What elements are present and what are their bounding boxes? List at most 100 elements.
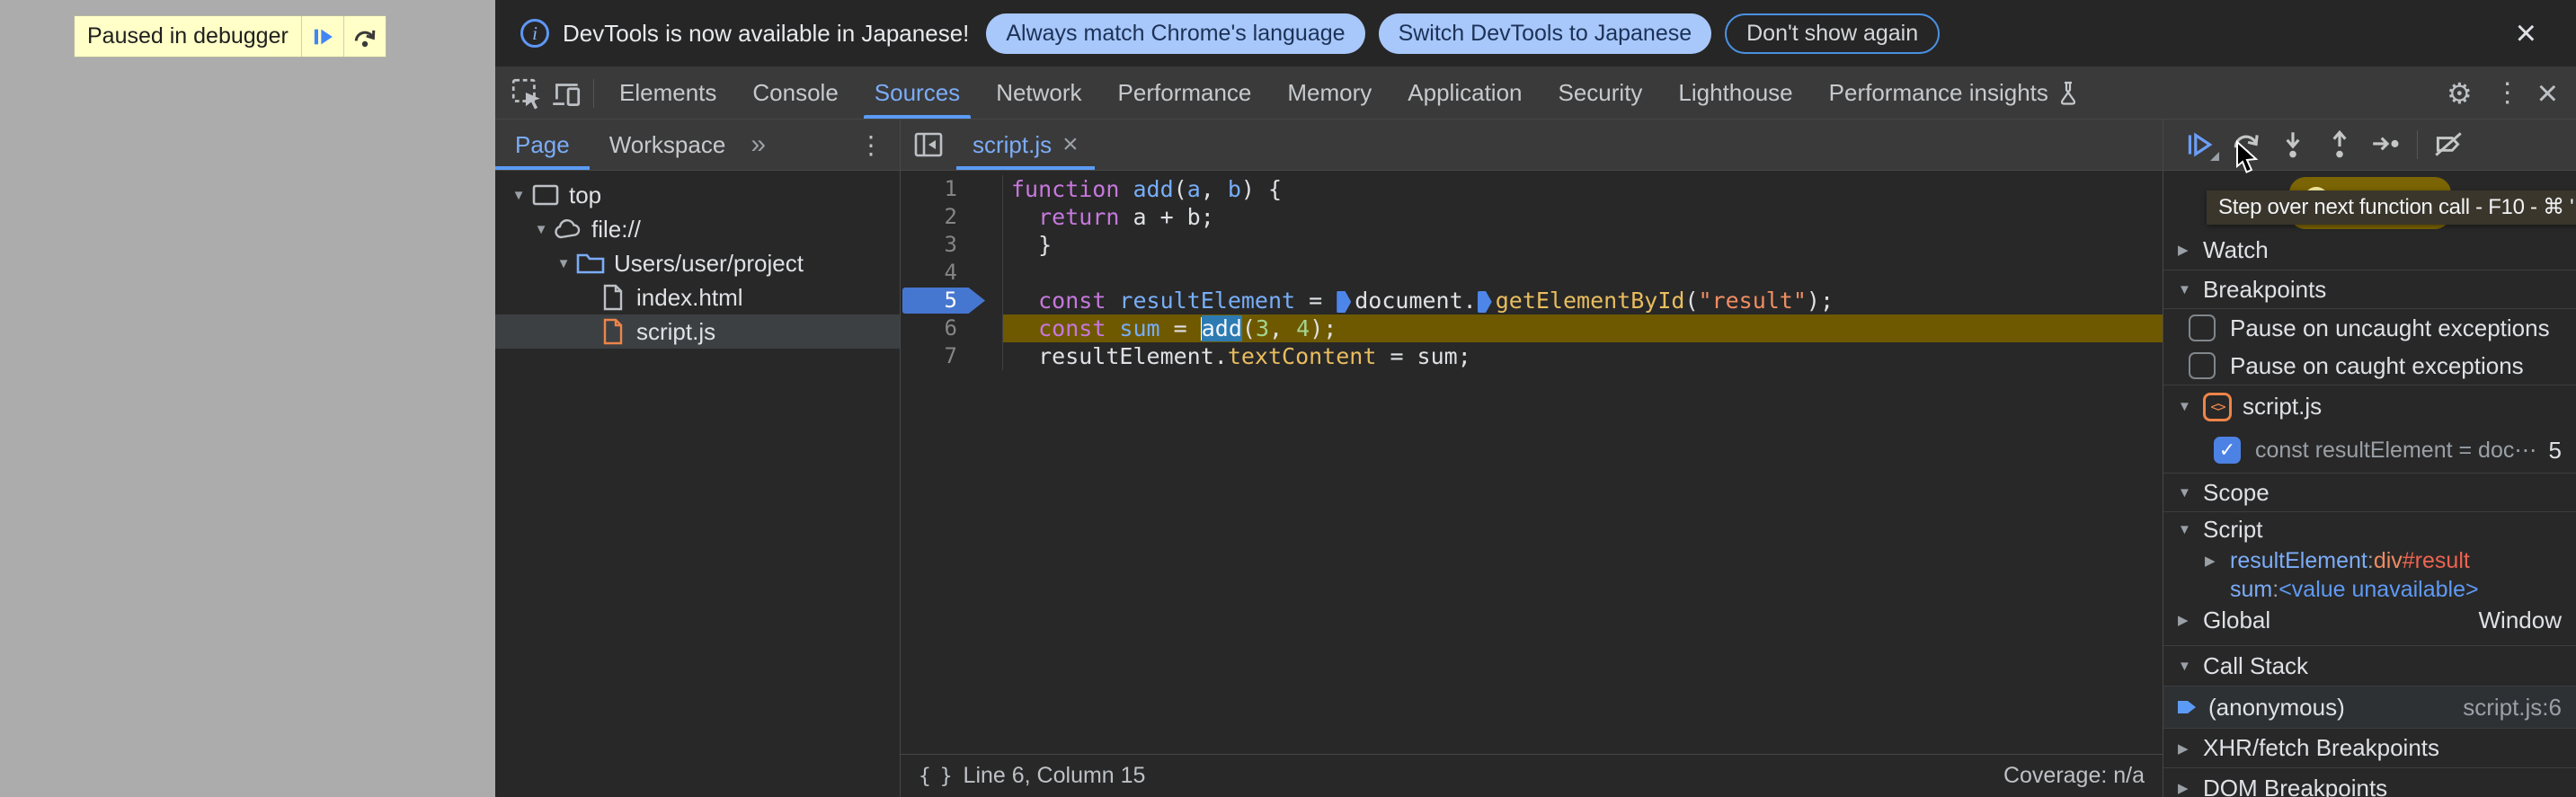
tab-label: Lighthouse xyxy=(1678,79,1793,106)
code-editor[interactable]: 1 function add(a, b) { 2 return a + b; 3 } 4… xyxy=(901,171,2163,754)
gutter[interactable]: 1 xyxy=(901,175,1003,203)
step-button[interactable] xyxy=(2363,125,2410,164)
file-html-icon xyxy=(599,283,627,312)
inspect-element-button[interactable] xyxy=(507,74,546,113)
tree-item-top[interactable]: ▼ top xyxy=(495,178,900,212)
gutter[interactable]: 7 xyxy=(901,342,1003,370)
line-number[interactable]: 2 xyxy=(945,203,957,231)
settings-gear-icon[interactable]: ⚙ xyxy=(2436,76,2483,111)
tab-performance-insights[interactable]: Performance insights xyxy=(1811,67,2098,119)
tab-lighthouse[interactable]: Lighthouse xyxy=(1660,67,1810,119)
tab-console[interactable]: Console xyxy=(734,67,856,119)
breakpoint-enabled-checkbox[interactable]: ✓ xyxy=(2214,437,2241,464)
tab-security[interactable]: Security xyxy=(1541,67,1661,119)
chevron-down-icon[interactable]: ▼ xyxy=(530,222,552,237)
tab-elements[interactable]: Elements xyxy=(601,67,734,119)
more-tabs-icon[interactable]: » xyxy=(745,129,771,160)
tab-page[interactable]: Page xyxy=(495,120,590,170)
code-line-content[interactable]: const resultElement = document. getElemen… xyxy=(1003,287,2163,314)
devtools-toolbar: Elements Console Sources Network Performance… xyxy=(495,67,2576,120)
code-token: = xyxy=(1295,288,1337,314)
gutter[interactable]: 6 xyxy=(901,314,1003,342)
panel-tab-strip: Elements Console Sources Network Performance… xyxy=(601,67,2098,119)
gutter[interactable]: 3 xyxy=(901,231,1003,259)
code-line-content[interactable]: } xyxy=(1003,231,2163,259)
navigator-kebab-menu-icon[interactable]: ⋮ xyxy=(858,130,884,160)
tree-item-script-js[interactable]: script.js xyxy=(495,314,900,349)
tab-sources[interactable]: Sources xyxy=(857,67,978,119)
deactivate-breakpoints-button[interactable] xyxy=(2425,125,2472,164)
section-dom-breakpoints[interactable]: ▶ DOM Breakpoints xyxy=(2163,767,2576,797)
pause-uncaught-checkbox[interactable] xyxy=(2189,314,2216,341)
line-number[interactable]: 7 xyxy=(945,342,957,370)
editor-tab-scriptjs[interactable]: script.js × xyxy=(956,120,1095,170)
section-watch[interactable]: ▶ Watch xyxy=(2163,230,2576,270)
tab-label: Elements xyxy=(619,79,717,106)
code-token: 4 xyxy=(1296,315,1310,341)
gutter[interactable]: 2 xyxy=(901,203,1003,231)
chevron-down-icon[interactable]: ▼ xyxy=(508,188,529,203)
pretty-print-icon[interactable]: { } xyxy=(919,765,953,788)
hide-navigator-button[interactable] xyxy=(901,120,956,170)
inline-breakpoint-marker-icon[interactable] xyxy=(1337,291,1352,313)
section-xhr-breakpoints[interactable]: ▶ XHR/fetch Breakpoints xyxy=(2163,728,2576,767)
tab-label: Memory xyxy=(1287,79,1372,106)
tree-item-label: file:// xyxy=(591,215,641,243)
tree-item-users-user-project[interactable]: ▼ Users/user/project xyxy=(495,246,900,280)
line-number[interactable]: 4 xyxy=(945,259,957,287)
scope-script-group[interactable]: ▼ Script xyxy=(2163,512,2576,546)
infobar-close-icon[interactable]: × xyxy=(2516,15,2536,51)
navigator-tabbar: Page Workspace » ⋮ xyxy=(495,120,900,171)
callstack-frame[interactable]: (anonymous) script.js:6 xyxy=(2163,686,2576,728)
kebab-menu-icon[interactable]: ⋮ xyxy=(2483,77,2532,109)
code-token: const xyxy=(1038,315,1120,341)
code-line-content[interactable]: resultElement.textContent = sum; xyxy=(1003,342,2163,370)
step-into-button[interactable] xyxy=(2270,125,2316,164)
step-out-button[interactable] xyxy=(2316,125,2363,164)
line-number[interactable]: 1 xyxy=(945,175,957,203)
editor-tab-close-icon[interactable]: × xyxy=(1062,129,1079,160)
tab-network[interactable]: Network xyxy=(978,67,1099,119)
code-line-content[interactable]: return a + b; xyxy=(1003,203,2163,231)
inline-breakpoint-marker-icon[interactable] xyxy=(1477,291,1492,313)
dont-show-again-button[interactable]: Don't show again xyxy=(1725,13,1941,54)
code-line-content[interactable]: function add(a, b) { xyxy=(1003,175,2163,203)
step-icon xyxy=(2369,128,2403,162)
gutter-breakpoint[interactable]: 5 xyxy=(901,287,1003,314)
code-line-content[interactable] xyxy=(1003,259,2163,287)
tree-item-index-html[interactable]: index.html xyxy=(495,280,900,314)
breakpoint-file-group[interactable]: ▼ <> script.js xyxy=(2163,385,2576,428)
scope-var-resultelement[interactable]: ▶ resultElement: div #result xyxy=(2163,546,2576,575)
tab-application[interactable]: Application xyxy=(1390,67,1540,119)
banner-resume-button[interactable] xyxy=(302,16,343,57)
line-number[interactable]: 6 xyxy=(945,314,957,342)
section-callstack[interactable]: ▼ Call Stack xyxy=(2163,645,2576,686)
tab-label: Sources xyxy=(874,79,961,106)
switch-devtools-japanese-button[interactable]: Switch DevTools to Japanese xyxy=(1378,13,1712,54)
scope-global-group[interactable]: ▶ Global Window xyxy=(2163,604,2576,636)
tree-item-file-[interactable]: ▼ file:// xyxy=(495,212,900,246)
gutter[interactable]: 4 xyxy=(901,259,1003,287)
scope-var-sum[interactable]: sum: <value unavailable> xyxy=(2163,575,2576,604)
toggle-device-toolbar-button[interactable] xyxy=(546,74,586,113)
line-number[interactable]: 3 xyxy=(945,231,957,259)
tab-performance[interactable]: Performance xyxy=(1100,67,1270,119)
line-number[interactable]: 5 xyxy=(945,287,957,314)
devtools-close-icon[interactable]: × xyxy=(2532,75,2563,111)
code-line-content[interactable]: const sum = add(3, 4); xyxy=(1003,314,2163,342)
chevron-down-icon[interactable]: ▼ xyxy=(553,256,574,271)
page-viewport-dimmed: Paused in debugger xyxy=(0,0,495,797)
divider xyxy=(593,78,594,108)
code-token: resultElement xyxy=(1119,288,1296,314)
tab-workspace[interactable]: Workspace xyxy=(590,120,746,170)
tab-memory[interactable]: Memory xyxy=(1269,67,1390,119)
pause-caught-checkbox[interactable] xyxy=(2189,352,2216,379)
scope-script-label: Script xyxy=(2203,515,2263,543)
section-scope[interactable]: ▼ Scope xyxy=(2163,473,2576,512)
banner-step-over-button[interactable] xyxy=(344,16,386,57)
resume-script-button[interactable] xyxy=(2176,125,2223,164)
section-breakpoints[interactable]: ▼ Breakpoints xyxy=(2163,270,2576,309)
always-match-language-button[interactable]: Always match Chrome's language xyxy=(986,13,1365,54)
breakpoint-entry[interactable]: ✓ const resultElement = doc⋯ 5 xyxy=(2163,428,2576,473)
